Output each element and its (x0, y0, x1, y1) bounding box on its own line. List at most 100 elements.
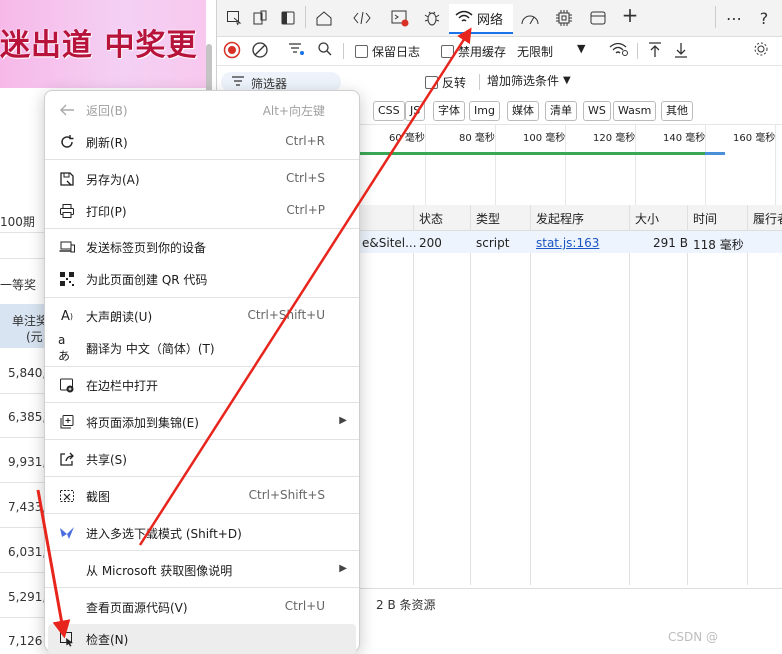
menu-item-label: 将页面添加到集锦(E) (86, 416, 199, 430)
column-header-time[interactable]: 时间 (693, 210, 717, 227)
menu-item-screenshot[interactable]: 截图 Ctrl+Shift+S (45, 481, 359, 511)
filter-chip-css[interactable]: CSS (373, 101, 405, 121)
gridline (425, 125, 426, 205)
column-divider (530, 205, 531, 585)
devtools-tab-bar: 网络 + ⋯ ? (217, 0, 782, 37)
performance-gauge-icon[interactable] (519, 8, 541, 28)
column-header-initiator[interactable]: 发起程序 (536, 210, 584, 227)
memory-chip-icon[interactable] (553, 8, 575, 28)
amount-cell: 9,931, (8, 455, 47, 469)
divider (479, 74, 480, 90)
column-header-status[interactable]: 状态 (419, 210, 443, 227)
column-header-fulfilled-by[interactable]: 履行者 (753, 210, 782, 227)
invert-filter-toggle[interactable]: 反转 (425, 74, 466, 91)
screenshot-icon (58, 487, 76, 505)
submenu-arrow-icon: ▶ (339, 415, 347, 426)
request-name-cell[interactable]: e&Sitel... (362, 236, 417, 250)
filter-funnel-icon[interactable] (287, 41, 305, 57)
filter-chip-wasm[interactable]: Wasm (613, 101, 657, 121)
menu-separator (45, 513, 359, 514)
column-header-type[interactable]: 类型 (476, 210, 500, 227)
filter-chip-other[interactable]: 其他 (661, 101, 693, 121)
menu-item-translate[interactable]: aあ 翻译为 中文（简体）(T) (45, 333, 359, 363)
amount-cell: 7,126 (8, 634, 43, 648)
menu-item-print[interactable]: 打印(P) Ctrl+P (45, 196, 359, 226)
search-icon[interactable] (317, 41, 333, 57)
record-stop-icon[interactable] (223, 41, 241, 59)
elements-code-icon[interactable] (351, 8, 373, 28)
page-scrollbar[interactable] (206, 44, 212, 94)
network-conditions-wifi-icon[interactable] (609, 41, 629, 57)
preserve-log-label: 保留日志 (372, 45, 421, 59)
menu-item-inspect[interactable]: 检查(N) (48, 624, 356, 654)
network-settings-gear-icon[interactable] (753, 41, 769, 57)
menu-item-label: 为此页面创建 QR 代码 (86, 273, 208, 287)
preserve-log-checkbox[interactable] (355, 45, 368, 58)
menu-item-multi-download[interactable]: 进入多选下载模式 (Shift+D) (45, 518, 359, 548)
console-icon[interactable] (389, 8, 411, 28)
filter-chip-ws[interactable]: WS (583, 101, 611, 121)
filter-chip-img[interactable]: Img (469, 101, 500, 121)
filter-chip-manifest[interactable]: 清单 (545, 101, 577, 121)
clear-log-icon[interactable] (251, 41, 269, 59)
request-type-cell: script (476, 236, 510, 250)
menu-item-view-source[interactable]: 查看页面源代码(V) Ctrl+U (45, 592, 359, 622)
timeline-bar (355, 152, 705, 155)
initiator-link[interactable]: stat.js:163 (536, 236, 599, 250)
tab-network-label: 网络 (477, 12, 504, 28)
menu-item-label: 共享(S) (86, 453, 127, 467)
filter-chip-media[interactable]: 媒体 (507, 101, 539, 121)
menu-item-refresh[interactable]: 刷新(R) Ctrl+R (45, 127, 359, 157)
dock-side-icon[interactable] (277, 8, 299, 28)
menu-item-share[interactable]: 共享(S) (45, 444, 359, 474)
menu-item-label: 翻译为 中文（简体）(T) (86, 342, 215, 356)
menu-item-image-descriptions[interactable]: 从 Microsoft 获取图像说明 ▶ (45, 555, 359, 585)
menu-item-label: 截图 (86, 490, 111, 504)
tab-network[interactable]: 网络 (449, 4, 513, 34)
disable-cache-toggle[interactable]: 禁用缓存 (441, 43, 506, 60)
export-download-icon[interactable] (673, 41, 689, 59)
menu-separator (45, 402, 359, 403)
menu-item-save-as[interactable]: 另存为(A) Ctrl+S (45, 164, 359, 194)
period-label: 100期 (0, 215, 35, 229)
timeline-tick: 140 毫秒 (663, 133, 706, 144)
chevron-down-icon[interactable]: ▼ (577, 42, 585, 55)
application-window-icon[interactable] (587, 8, 609, 28)
more-filters-dropdown[interactable]: 增加筛选条件 ▼ (487, 72, 571, 89)
context-menu: 返回(B) Alt+向左键 刷新(R) Ctrl+R 另存为(A) Ctrl+S… (44, 90, 360, 654)
menu-item-back[interactable]: 返回(B) Alt+向左键 (45, 95, 359, 125)
add-tool-plus-icon[interactable]: + (619, 3, 641, 27)
back-arrow-icon (58, 101, 76, 119)
banner-text: 迷出道 中奖更 (0, 28, 198, 63)
menu-item-qr-code[interactable]: 为此页面创建 QR 代码 (45, 264, 359, 294)
filter-chip-font[interactable]: 字体 (433, 101, 465, 121)
menu-item-shortcut: Ctrl+Shift+S (248, 488, 325, 502)
menu-item-add-to-collections[interactable]: 将页面添加到集锦(E) ▶ (45, 407, 359, 437)
menu-item-read-aloud[interactable]: A) 大声朗读(U) Ctrl+Shift+U (45, 301, 359, 331)
column-header-size[interactable]: 大小 (635, 210, 659, 227)
filter-chip-js[interactable]: JS (405, 101, 426, 121)
disable-cache-checkbox[interactable] (441, 45, 454, 58)
invert-checkbox[interactable] (425, 76, 438, 89)
network-toolbar: 保留日志 禁用缓存 无限制 ▼ (217, 37, 782, 66)
download-mode-icon (58, 524, 76, 542)
timeline-tick: 60 毫秒 (389, 133, 425, 144)
help-question-icon[interactable]: ? (753, 8, 775, 28)
filter-funnel-icon (231, 75, 245, 90)
column-divider (747, 205, 748, 585)
gridline (495, 125, 496, 205)
more-options-icon[interactable]: ⋯ (723, 8, 745, 28)
throttling-select[interactable]: 无限制 (517, 43, 553, 60)
menu-item-send-to-device[interactable]: 发送标签页到你的设备 (45, 232, 359, 262)
menu-item-shortcut: Alt+向左键 (262, 104, 325, 118)
welcome-home-icon[interactable] (313, 8, 335, 28)
filter-input[interactable]: 筛选器 (221, 72, 341, 92)
debugger-bug-icon[interactable] (421, 8, 443, 28)
request-time-cell: 118 毫秒 (693, 238, 744, 252)
inspect-element-icon[interactable] (223, 8, 245, 28)
menu-item-open-in-sidebar[interactable]: 在边栏中打开 (45, 370, 359, 400)
divider (715, 6, 716, 28)
import-upload-icon[interactable] (647, 41, 663, 59)
preserve-log-toggle[interactable]: 保留日志 (355, 43, 420, 60)
device-emulation-icon[interactable] (249, 8, 271, 28)
